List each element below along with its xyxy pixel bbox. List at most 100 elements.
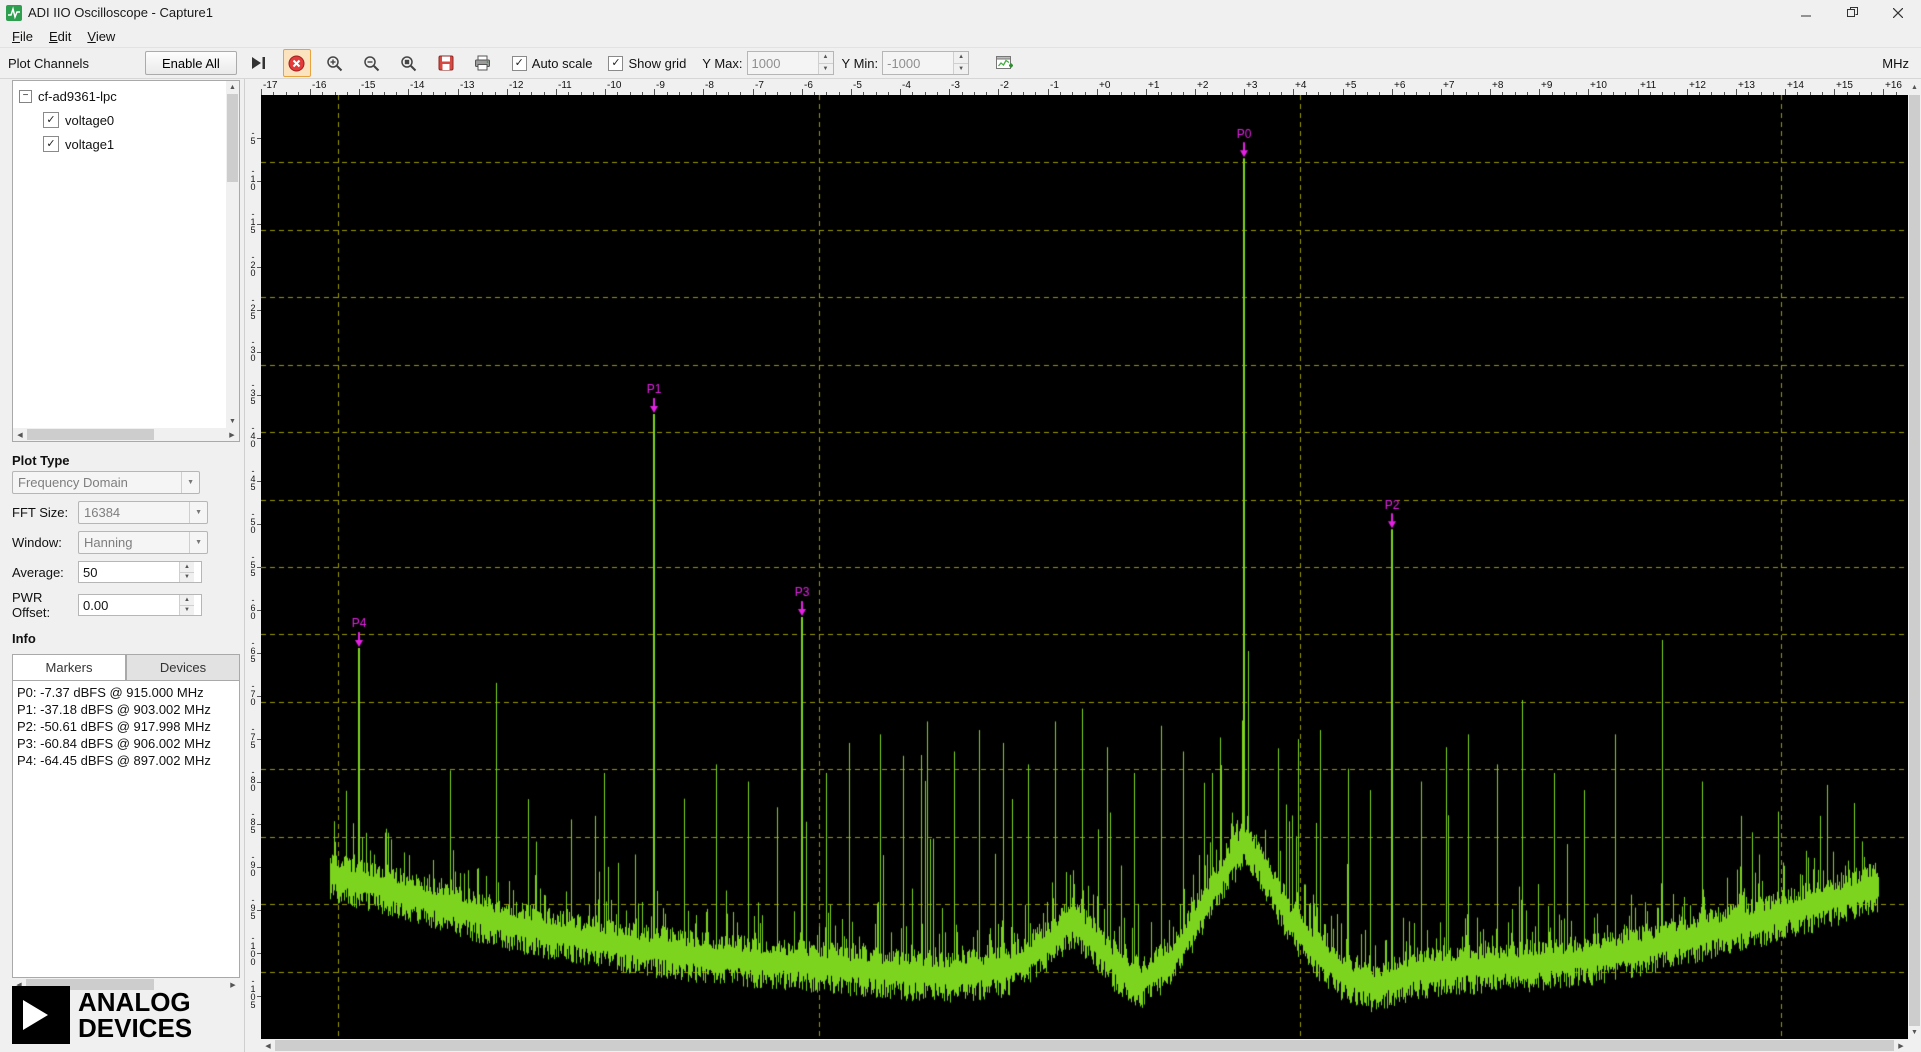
x-axis-minor-tick [298,92,299,95]
expander-icon[interactable]: − [19,90,32,103]
capture-play-button[interactable] [246,50,272,76]
y-axis-label: -35 [248,380,258,404]
x-axis-tick [654,89,655,95]
average-up-arrow[interactable]: ▲ [180,562,194,573]
auto-scale-toggle[interactable]: ✓ Auto scale [512,56,593,71]
x-axis-label: -2 [1000,80,1009,91]
new-plot-icon [996,56,1013,71]
print-icon [474,55,491,71]
auto-scale-checkbox[interactable]: ✓ [512,56,527,71]
y-min-down-arrow[interactable]: ▼ [954,64,968,75]
x-axis-label: -14 [410,80,424,91]
x-axis-label: +14 [1787,80,1804,91]
marker-line[interactable]: P4: -64.45 dBFS @ 897.002 MHz [17,752,235,769]
scroll-left-icon[interactable]: ◀ [13,428,27,441]
save-plot-button[interactable] [433,50,459,76]
y-max-down-arrow[interactable]: ▼ [819,64,833,75]
x-axis-minor-tick [384,92,385,95]
menu-file[interactable]: File [4,27,41,46]
tree-horizontal-scrollbar[interactable]: ◀ ▶ [13,428,239,441]
plot-horizontal-scrollbar[interactable]: ◀ ▶ [261,1039,1908,1052]
zoom-out-button[interactable] [359,50,385,76]
enable-all-button[interactable]: Enable All [145,51,237,75]
scroll-right-icon[interactable]: ▶ [225,428,239,441]
x-axis-label: -8 [705,80,714,91]
title-bar[interactable]: ADI IIO Oscilloscope - Capture1 [0,0,1921,25]
scroll-left-icon[interactable]: ◀ [261,1039,275,1052]
menu-view[interactable]: View [79,27,123,46]
tree-row-device[interactable]: −cf-ad9361-lpc [13,84,226,108]
y-min-spin: ▲▼ [882,51,969,75]
tab-devices[interactable]: Devices [126,654,240,680]
marker-list[interactable]: P0: -7.37 dBFS @ 915.000 MHzP1: -37.18 d… [12,680,240,978]
zoom-in-icon [326,55,343,72]
average-down-arrow[interactable]: ▼ [180,573,194,583]
scroll-down-icon[interactable]: ▼ [1908,1026,1921,1039]
pwr-offset-down-arrow[interactable]: ▼ [180,606,194,616]
y-axis-label: -85 [248,809,258,833]
y-max-up-arrow[interactable]: ▲ [819,52,833,64]
scroll-down-icon[interactable]: ▼ [226,415,239,428]
fft-size-select[interactable]: 16384 ▼ [78,501,208,524]
x-axis-minor-tick [1896,92,1897,95]
tree-vertical-scrollbar[interactable]: ▲ ▼ [226,81,239,428]
capture-stop-button[interactable] [283,49,311,77]
scrollbar-thumb[interactable] [275,1040,1894,1051]
x-axis-minor-tick [1871,92,1872,95]
x-axis-label: +4 [1295,80,1306,91]
marker-line[interactable]: P3: -60.84 dBFS @ 906.002 MHz [17,735,235,752]
menu-edit[interactable]: Edit [41,27,79,46]
y-axis-label: -45 [248,466,258,490]
zoom-in-button[interactable] [322,50,348,76]
zoom-fit-icon [400,55,417,72]
scrollbar-thumb[interactable] [27,429,154,440]
x-axis-tick [507,89,508,95]
zoom-out-icon [363,55,380,72]
tree-row-channel[interactable]: ✓voltage0 [13,108,226,132]
x-axis-minor-tick [765,92,766,95]
plot-vertical-scrollbar[interactable]: ▼ [1908,95,1921,1039]
x-axis-minor-tick [1552,92,1553,95]
x-axis-minor-tick [335,92,336,95]
print-button[interactable] [470,50,496,76]
channel-tree: −cf-ad9361-lpc✓voltage0✓voltage1 ▲ ▼ ◀ ▶ [12,80,240,442]
scrollbar-thumb[interactable] [1909,95,1920,1026]
show-grid-checkbox[interactable]: ✓ [608,56,623,71]
close-button[interactable] [1875,0,1921,25]
x-axis-label: +1 [1148,80,1159,91]
x-axis-label: +3 [1246,80,1257,91]
tree-row-channel[interactable]: ✓voltage1 [13,132,226,156]
y-axis-label: -80 [248,767,258,791]
new-plot-button[interactable] [991,50,1017,76]
x-axis-minor-tick [322,92,323,95]
adi-logo: ANALOG DEVICES [12,986,192,1044]
channel-checkbox[interactable]: ✓ [43,136,59,152]
y-min-input[interactable] [883,52,953,74]
show-grid-toggle[interactable]: ✓ Show grid [608,56,686,71]
pwr-offset-up-arrow[interactable]: ▲ [180,595,194,606]
y-min-up-arrow[interactable]: ▲ [954,52,968,64]
pwr-offset-input[interactable] [79,595,179,615]
scroll-up-icon[interactable]: ▲ [1911,81,1918,94]
y-max-input[interactable] [748,52,818,74]
minimize-button[interactable] [1783,0,1829,25]
scroll-up-icon[interactable]: ▲ [226,81,239,94]
tab-markers[interactable]: Markers [12,654,126,680]
scrollbar-thumb[interactable] [227,94,238,182]
average-input[interactable] [79,562,179,582]
channel-checkbox[interactable]: ✓ [43,112,59,128]
plot-vscroll-up[interactable]: ▲ [1908,79,1921,95]
x-axis-label: -3 [951,80,960,91]
x-axis-minor-tick [1748,92,1749,95]
window-select[interactable]: Hanning ▼ [78,531,208,554]
marker-line[interactable]: P0: -7.37 dBFS @ 915.000 MHz [17,684,235,701]
marker-line[interactable]: P2: -50.61 dBFS @ 917.998 MHz [17,718,235,735]
scroll-right-icon[interactable]: ▶ [1894,1039,1908,1052]
plot-type-select[interactable]: Frequency Domain ▼ [12,471,200,494]
zoom-fit-button[interactable] [396,50,422,76]
fft-plot-canvas[interactable] [261,95,1908,1039]
x-axis-tick [1687,89,1688,95]
scroll-right-icon[interactable]: ▶ [226,978,240,991]
restore-button[interactable] [1829,0,1875,25]
marker-line[interactable]: P1: -37.18 dBFS @ 903.002 MHz [17,701,235,718]
